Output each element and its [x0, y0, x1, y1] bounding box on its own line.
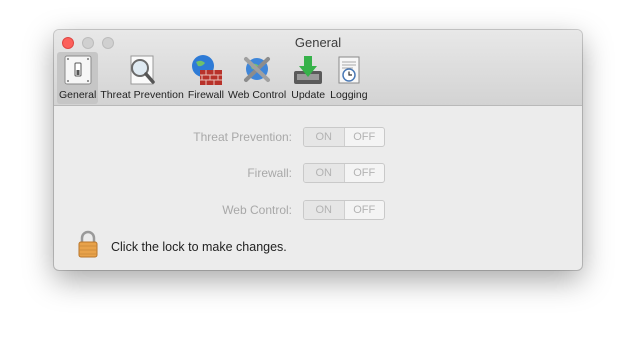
tab-web-control[interactable]: Web Control: [226, 52, 288, 104]
on-segment[interactable]: ON: [304, 128, 345, 146]
general-pane: Threat Prevention: ON OFF Firewall: ON O…: [54, 106, 582, 270]
on-segment[interactable]: ON: [304, 164, 345, 182]
tab-logging[interactable]: Logging: [328, 52, 369, 104]
web-control-toggle[interactable]: ON OFF: [303, 200, 385, 220]
tab-label: Update: [291, 89, 326, 101]
lock-message: Click the lock to make changes.: [111, 239, 287, 254]
tab-label: Threat Prevention: [100, 89, 184, 101]
tab-threat-prevention[interactable]: Threat Prevention: [98, 52, 185, 104]
web-control-label: Web Control:: [222, 203, 292, 217]
threat-prevention-row: Threat Prevention: ON OFF: [54, 127, 582, 147]
firewall-label: Firewall:: [247, 166, 292, 180]
off-segment[interactable]: OFF: [345, 128, 385, 146]
on-segment[interactable]: ON: [304, 201, 345, 219]
tab-label: General: [59, 89, 97, 101]
tab-bar: General Threat Prevention Firewall Web C…: [57, 52, 370, 104]
globe-brick-icon: [188, 53, 224, 87]
switch-icon: [60, 53, 96, 87]
off-segment[interactable]: OFF: [345, 164, 385, 182]
tab-label: Web Control: [228, 89, 287, 101]
tab-firewall[interactable]: Firewall: [186, 52, 226, 104]
web-control-row: Web Control: ON OFF: [54, 200, 582, 220]
lock-row: Click the lock to make changes.: [78, 230, 287, 263]
threat-prevention-toggle[interactable]: ON OFF: [303, 127, 385, 147]
tab-label: Logging: [330, 89, 368, 101]
toolbar: General General Threat Prevention Firewa…: [54, 30, 582, 106]
firewall-row: Firewall: ON OFF: [54, 163, 582, 183]
firewall-toggle[interactable]: ON OFF: [303, 163, 385, 183]
threat-prevention-label: Threat Prevention:: [193, 130, 292, 144]
download-tray-icon: [290, 53, 326, 87]
globe-shield-icon: [239, 53, 275, 87]
window-title: General: [294, 35, 342, 50]
tab-general[interactable]: General: [57, 52, 99, 104]
tab-label: Firewall: [187, 89, 224, 101]
magnifier-icon: [124, 53, 160, 87]
padlock-icon[interactable]: [78, 230, 98, 263]
log-clock-icon: [331, 53, 367, 87]
tab-update[interactable]: Update: [288, 52, 328, 104]
preferences-window: General General Threat Prevention Firewa…: [54, 30, 582, 270]
off-segment[interactable]: OFF: [345, 201, 385, 219]
